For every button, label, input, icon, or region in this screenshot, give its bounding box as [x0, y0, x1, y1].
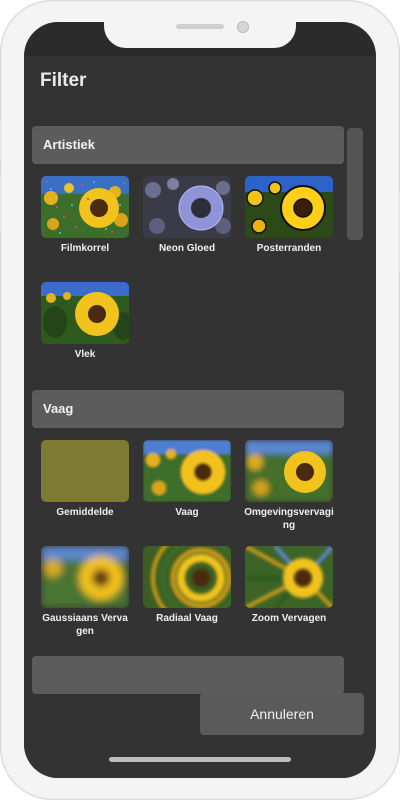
- filter-tile-radiaal-vaag[interactable]: Radiaal Vaag: [142, 546, 232, 625]
- screen: Filter Artistiek Filmkorrel Neon Gloed P…: [24, 22, 376, 778]
- filter-label: Gaussiaans Vervagen: [42, 613, 128, 637]
- filter-label: Filmkorrel: [60, 243, 110, 254]
- sunflower-ambient-blur-thumbnail: [245, 440, 333, 502]
- category-label: Vaag: [43, 401, 74, 416]
- filter-label: Vaag: [175, 507, 199, 518]
- filter-label: Gemiddelde: [56, 507, 114, 518]
- sunflower-neon-thumbnail: [143, 176, 231, 238]
- category-header-next[interactable]: [32, 656, 344, 694]
- sunflower-gaussian-thumbnail: [41, 546, 129, 608]
- filter-dialog: Filter Artistiek Filmkorrel Neon Gloed P…: [24, 56, 376, 778]
- sunflower-blur-thumbnail: [143, 440, 231, 502]
- filter-tile-posterranden[interactable]: Posterranden: [244, 176, 334, 255]
- category-header-artistiek[interactable]: Artistiek: [32, 126, 344, 164]
- filter-tile-vaag[interactable]: Vaag: [142, 440, 232, 519]
- filter-tile-zoom-vervagen[interactable]: Zoom Vervagen: [244, 546, 334, 625]
- front-camera: [237, 21, 249, 33]
- category-header-vaag[interactable]: Vaag: [32, 390, 344, 428]
- cancel-button[interactable]: Annuleren: [200, 693, 364, 735]
- filter-list[interactable]: Artistiek Filmkorrel Neon Gloed Posterra…: [24, 122, 376, 700]
- filter-tile-filmkorrel[interactable]: Filmkorrel: [40, 176, 130, 255]
- filter-tile-gemiddelde[interactable]: Gemiddelde: [40, 440, 130, 519]
- olive-average-thumbnail: [41, 440, 129, 502]
- mute-switch: [0, 119, 1, 159]
- category-label: Artistiek: [43, 137, 96, 152]
- filter-tile-gaussiaans-vervagen[interactable]: Gaussiaans Vervagen: [40, 546, 130, 638]
- filter-label: Neon Gloed: [158, 243, 216, 254]
- filter-tile-omgevingsvervaging[interactable]: Omgevingsvervaging: [244, 440, 334, 532]
- sunflower-stain-thumbnail: [41, 282, 129, 344]
- speaker-grille: [176, 24, 224, 29]
- sunflower-grain-thumbnail: [41, 176, 129, 238]
- sunflower-poster-thumbnail: [245, 176, 333, 238]
- sunflower-zoom-thumbnail: [245, 546, 333, 608]
- dialog-title: Filter: [40, 70, 87, 91]
- filter-label: Zoom Vervagen: [251, 613, 327, 624]
- filter-label: Vlek: [74, 349, 96, 360]
- scrollbar-thumb[interactable]: [347, 128, 363, 240]
- filter-label: Posterranden: [256, 243, 322, 254]
- filter-label: Omgevingsvervaging: [244, 507, 334, 531]
- sunflower-radial-thumbnail: [143, 546, 231, 608]
- filter-label: Radiaal Vaag: [156, 613, 218, 624]
- volume-button: [0, 173, 1, 233]
- filter-tile-vlek[interactable]: Vlek: [40, 282, 130, 361]
- filter-tile-neon-gloed[interactable]: Neon Gloed: [142, 176, 232, 255]
- home-indicator: [109, 757, 291, 762]
